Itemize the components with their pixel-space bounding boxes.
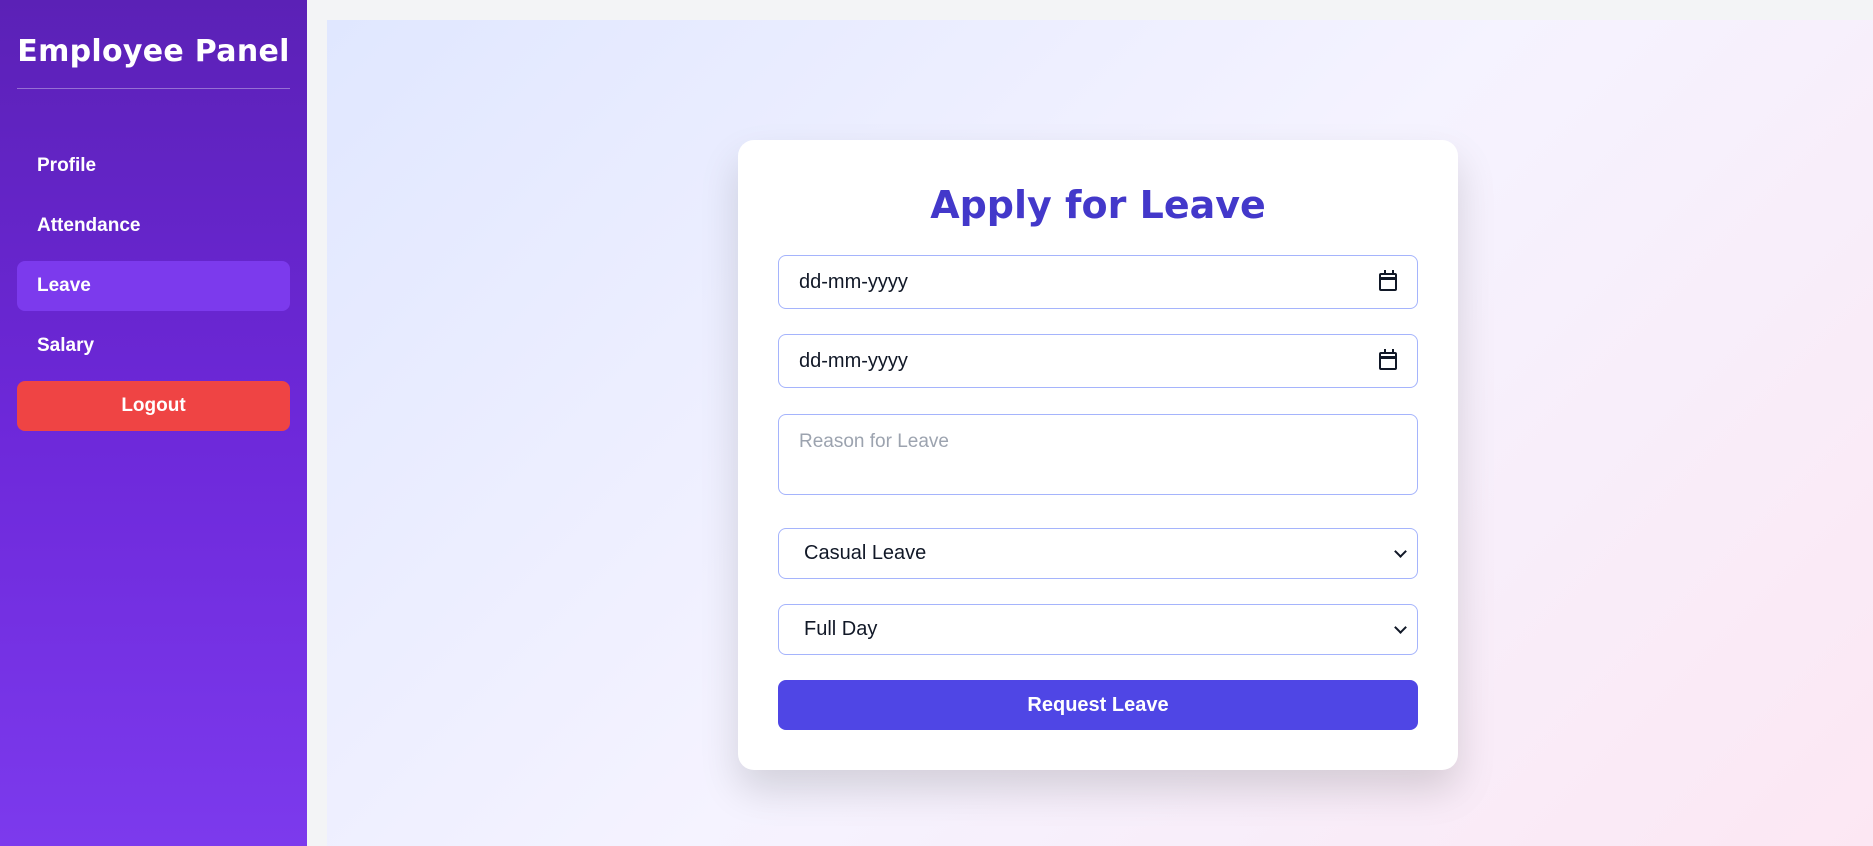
main-content: Apply for Leave dd-mm-yyyy dd-mm-yyyy Re… (327, 20, 1873, 846)
request-leave-button[interactable]: Request Leave (778, 680, 1418, 730)
duration-value: Full Day (804, 618, 878, 640)
sidebar-nav: Profile Attendance Leave Salary Logout (17, 141, 290, 431)
reason-placeholder: Reason for Leave (799, 431, 949, 452)
end-date-placeholder: dd-mm-yyyy (799, 349, 908, 372)
sidebar-item-profile[interactable]: Profile (17, 141, 290, 191)
leave-form-card: Apply for Leave dd-mm-yyyy dd-mm-yyyy Re… (738, 140, 1458, 770)
sidebar-item-leave[interactable]: Leave (17, 261, 290, 311)
sidebar-title: Employee Panel (17, 0, 290, 89)
page-title: Apply for Leave (930, 183, 1266, 227)
leave-type-select[interactable]: Casual Leave (778, 528, 1418, 579)
logout-button[interactable]: Logout (17, 381, 290, 431)
start-date-input[interactable]: dd-mm-yyyy (778, 255, 1418, 309)
duration-select[interactable]: Full Day (778, 604, 1418, 655)
end-date-input[interactable]: dd-mm-yyyy (778, 334, 1418, 388)
calendar-icon[interactable] (1379, 349, 1397, 370)
calendar-icon[interactable] (1379, 270, 1397, 291)
start-date-placeholder: dd-mm-yyyy (799, 270, 908, 293)
sidebar-item-salary[interactable]: Salary (17, 321, 290, 371)
chevron-down-icon (1394, 544, 1407, 558)
sidebar: Employee Panel Profile Attendance Leave … (0, 0, 307, 846)
reason-textarea[interactable]: Reason for Leave (778, 414, 1418, 495)
sidebar-item-attendance[interactable]: Attendance (17, 201, 290, 251)
chevron-down-icon (1394, 620, 1407, 634)
leave-type-value: Casual Leave (804, 542, 927, 564)
